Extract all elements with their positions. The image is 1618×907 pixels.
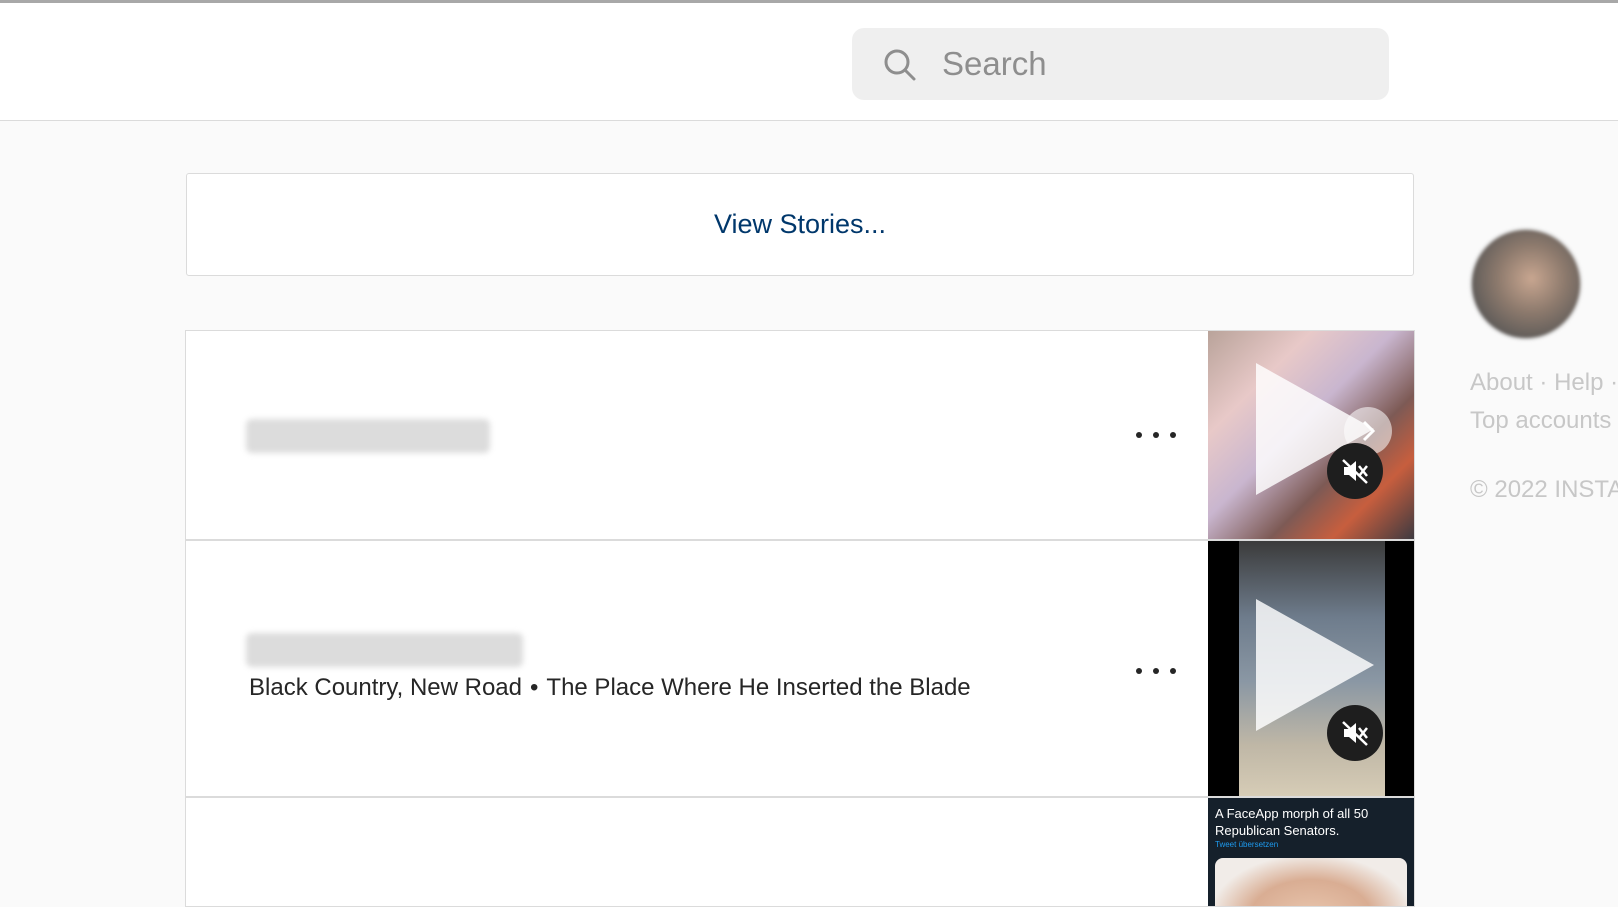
translate-tweet-link: Tweet übersetzen (1215, 840, 1279, 849)
audio-track-info[interactable]: Black Country, New Road • The Place Where … (249, 674, 971, 702)
search-icon (884, 49, 916, 81)
username-redacted[interactable] (246, 419, 490, 453)
footer-links: About · Help · Top accounts (1470, 364, 1618, 440)
tweet-text: A FaceApp morph of all 50 Republican Sen… (1215, 806, 1369, 838)
separator-dot: · (1610, 369, 1618, 396)
help-link[interactable]: Help (1554, 369, 1603, 396)
muted-speaker-icon[interactable] (1327, 443, 1383, 499)
video-thumbnail[interactable] (1208, 541, 1414, 796)
separator-dot: • (530, 674, 539, 701)
feed-post: A FaceApp morph of all 50 Republican Sen… (185, 797, 1415, 907)
video-thumbnail[interactable] (1208, 331, 1414, 539)
top-accounts-link[interactable]: Top accounts (1470, 407, 1611, 434)
username-redacted[interactable] (246, 633, 523, 667)
feed-post (185, 330, 1415, 540)
profile-avatar[interactable] (1470, 228, 1582, 340)
song-title: The Place Where He Inserted the Blade (546, 674, 971, 701)
feed-post: Black Country, New Road • The Place Where … (185, 540, 1415, 797)
view-stories-button[interactable]: View Stories... (186, 173, 1414, 276)
muted-speaker-icon[interactable] (1327, 705, 1383, 761)
search-box[interactable] (852, 28, 1389, 100)
more-options-button[interactable] (1136, 429, 1176, 441)
tweet-image-thumbnail[interactable]: A FaceApp morph of all 50 Republican Sen… (1208, 798, 1414, 906)
copyright-text: © 2022 INSTA (1470, 476, 1618, 503)
separator-dot: · (1539, 369, 1548, 396)
song-artist: Black Country, New Road (249, 674, 522, 701)
top-nav-bar (0, 3, 1618, 121)
search-input[interactable] (940, 40, 1364, 88)
about-link[interactable]: About (1470, 369, 1533, 396)
tweet-photo (1215, 858, 1407, 906)
more-options-button[interactable] (1136, 665, 1176, 677)
